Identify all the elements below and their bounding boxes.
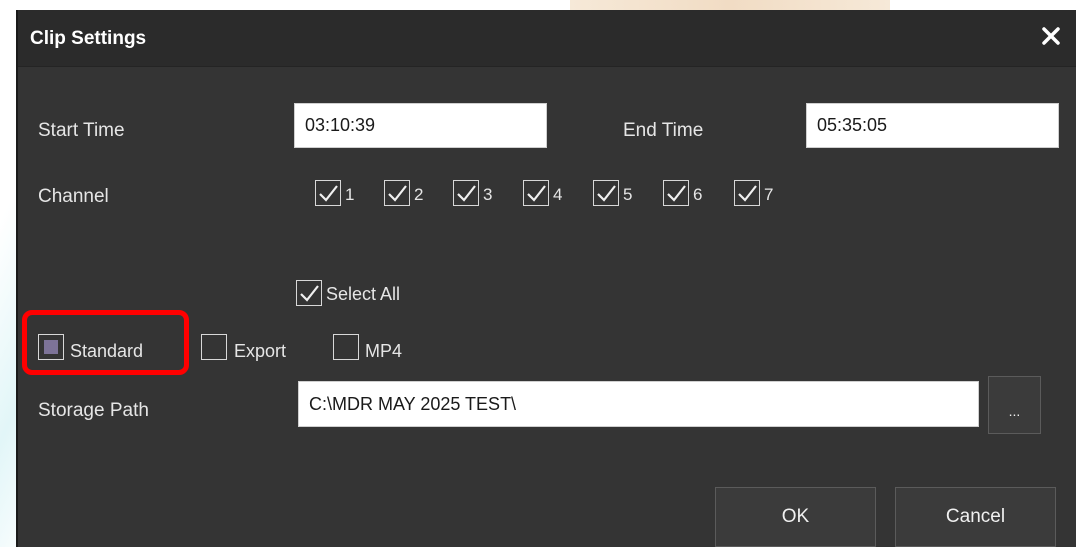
select-all-checkbox[interactable] bbox=[296, 280, 322, 306]
channel-2-checkbox[interactable] bbox=[384, 180, 410, 206]
storage-path-input[interactable] bbox=[298, 381, 979, 427]
storage-path-label: Storage Path bbox=[38, 400, 149, 421]
checkmark-icon bbox=[527, 185, 546, 202]
cancel-button[interactable]: Cancel bbox=[895, 487, 1056, 547]
channel-4-checkbox[interactable] bbox=[523, 180, 549, 206]
channel-1-checkbox[interactable] bbox=[315, 180, 341, 206]
channel-6-label: 6 bbox=[693, 185, 703, 204]
select-all-label: Select All bbox=[326, 284, 401, 304]
channel-label: Channel bbox=[38, 186, 109, 207]
dialog-titlebar: Clip Settings bbox=[18, 10, 1076, 67]
dialog-title: Clip Settings bbox=[30, 28, 147, 49]
browse-button[interactable]: ... bbox=[988, 376, 1041, 434]
ok-button[interactable]: OK bbox=[715, 487, 876, 547]
channel-1-label: 1 bbox=[345, 185, 355, 204]
channel-3-checkbox[interactable] bbox=[453, 180, 479, 206]
checkmark-icon bbox=[667, 185, 686, 202]
checkmark-icon bbox=[300, 285, 319, 302]
start-time-label: Start Time bbox=[38, 120, 125, 141]
channel-6-checkbox[interactable] bbox=[663, 180, 689, 206]
start-time-input[interactable] bbox=[294, 103, 547, 148]
clip-settings-dialog: Clip Settings Start Time End Time Channe… bbox=[16, 10, 1076, 547]
close-icon[interactable] bbox=[1038, 23, 1064, 49]
export-option[interactable] bbox=[201, 334, 227, 360]
channel-2-label: 2 bbox=[414, 185, 424, 204]
checkmark-icon bbox=[388, 185, 407, 202]
mp4-option-label: MP4 bbox=[365, 341, 403, 361]
end-time-input[interactable] bbox=[806, 103, 1059, 148]
end-time-label: End Time bbox=[623, 120, 704, 141]
channel-4-label: 4 bbox=[553, 185, 563, 204]
channel-5-checkbox[interactable] bbox=[593, 180, 619, 206]
channel-3-label: 3 bbox=[483, 185, 493, 204]
channel-7-label: 7 bbox=[764, 185, 774, 204]
export-option-label: Export bbox=[234, 341, 287, 361]
mp4-option[interactable] bbox=[333, 334, 359, 360]
checkmark-icon bbox=[457, 185, 476, 202]
checkmark-icon bbox=[738, 185, 757, 202]
highlight-annotation bbox=[22, 310, 189, 375]
checkmark-icon bbox=[319, 185, 338, 202]
background-strip bbox=[570, 0, 890, 10]
channel-7-checkbox[interactable] bbox=[734, 180, 760, 206]
checkmark-icon bbox=[597, 185, 616, 202]
channel-5-label: 5 bbox=[623, 185, 633, 204]
